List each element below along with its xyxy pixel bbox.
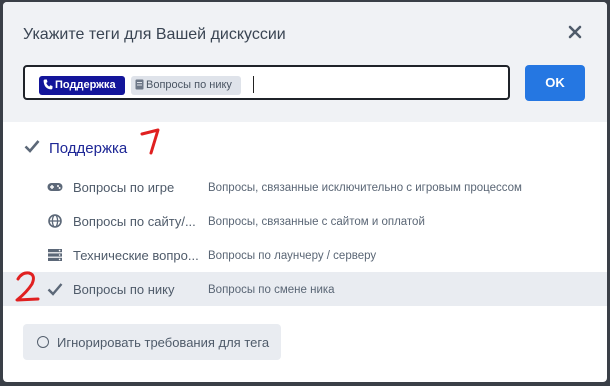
selected-tag-nick[interactable]: Вопросы по нику [131,76,241,95]
selected-tag-label: Поддержка [55,79,116,91]
tag-option-name: Вопросы по сайту/... [73,214,196,229]
ok-button[interactable]: OK [525,65,585,101]
check-icon [47,283,63,296]
server-icon [48,249,62,261]
tag-option-game[interactable]: Вопросы по игре Вопросы, связанные исклю… [3,170,607,204]
dialog-title: Укажите теги для Вашей дискуссии [23,26,286,43]
tag-option-nick[interactable]: Вопросы по нику Вопросы по смене ника [3,272,607,306]
tag-dialog: Укажите теги для Вашей дискуссии Поддерж… [3,2,607,382]
tag-group-support[interactable]: Поддержка [3,130,607,166]
tag-option-description: Вопросы по лаунчеру / серверу [208,250,377,262]
document-icon [135,79,144,90]
selected-tag-support[interactable]: Поддержка [39,76,125,95]
ignore-requirements-label: Игнорировать требования для тега [57,335,270,350]
globe-icon [48,214,62,228]
radio-icon [37,336,49,348]
close-icon[interactable] [565,22,585,42]
selected-tag-label: Вопросы по нику [146,79,232,91]
tag-option-tech[interactable]: Технические вопро... Вопросы по лаунчеру… [3,238,607,272]
tag-option-name: Технические вопро... [73,248,199,263]
tag-group-label: Поддержка [49,140,128,157]
text-caret [253,76,254,93]
tag-option-name: Вопросы по нику [73,282,175,297]
tag-option-description: Вопросы, связанные с сайтом и оплатой [208,216,425,228]
tag-option-description: Вопросы, связанные исключительно с игров… [208,182,522,194]
tag-option-site[interactable]: Вопросы по сайту/... Вопросы, связанные … [3,204,607,238]
phone-icon [43,79,53,90]
tag-input-box[interactable]: Поддержка Вопросы по нику [23,65,510,100]
tag-option-name: Вопросы по игре [73,180,175,195]
tag-option-description: Вопросы по смене ника [208,284,335,296]
ignore-requirements-button[interactable]: Игнорировать требования для тега [23,324,281,360]
gamepad-icon [47,183,63,191]
dialog-header: Укажите теги для Вашей дискуссии Поддерж… [3,2,607,122]
check-icon [24,140,40,153]
